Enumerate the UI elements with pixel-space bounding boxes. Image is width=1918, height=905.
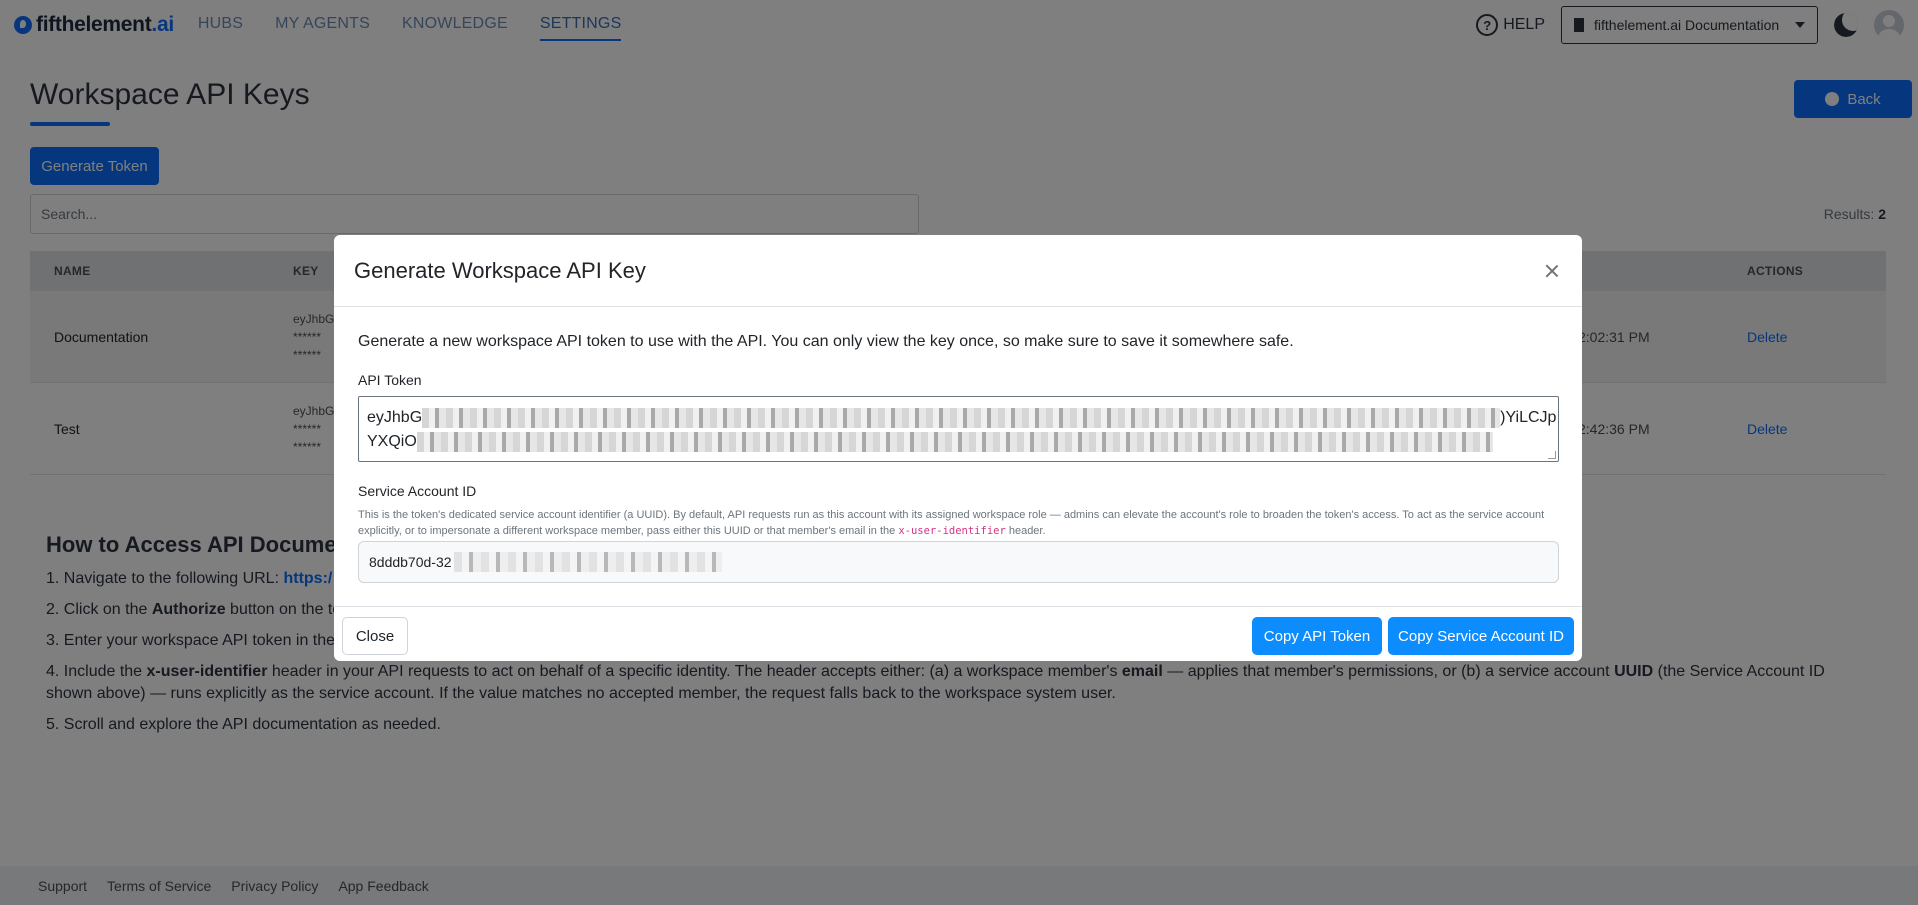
generate-key-modal: Generate Workspace API Key Generate a ne… <box>334 235 1582 661</box>
help-code: x-user-identifier <box>898 525 1006 537</box>
token-line-start: eyJhbG <box>367 409 423 426</box>
service-account-label: Service Account ID <box>358 483 477 499</box>
close-icon[interactable] <box>1542 261 1562 281</box>
modal-header: Generate Workspace API Key <box>334 235 1582 307</box>
service-id-start: 8dddb70d-32 <box>369 554 452 570</box>
modal-footer: Close Copy API Token Copy Service Accoun… <box>334 606 1582 661</box>
resize-handle[interactable] <box>1548 451 1556 459</box>
api-token-label: API Token <box>358 372 422 388</box>
modal-title: Generate Workspace API Key <box>354 257 646 283</box>
token-line-end: )YiLCJp <box>1500 409 1557 426</box>
redacted-token <box>422 407 1501 428</box>
token-line: YXQiO <box>367 430 1550 454</box>
redacted-token <box>416 431 1493 452</box>
modal-intro: Generate a new workspace API token to us… <box>358 333 1294 350</box>
token-line-start: YXQiO <box>367 433 417 450</box>
close-button[interactable]: Close <box>342 617 408 655</box>
service-account-id-field[interactable]: 8dddb70d-32 <box>358 541 1559 583</box>
help-text: header. <box>1005 525 1046 537</box>
copy-api-token-button[interactable]: Copy API Token <box>1252 617 1382 655</box>
copy-service-account-button[interactable]: Copy Service Account ID <box>1388 617 1574 655</box>
token-line: eyJhbG )YiLCJp <box>367 406 1556 430</box>
redacted-service-id <box>453 552 722 572</box>
api-token-textarea[interactable]: eyJhbG )YiLCJp YXQiO <box>358 396 1559 462</box>
service-account-help: This is the token's dedicated service ac… <box>358 507 1563 539</box>
